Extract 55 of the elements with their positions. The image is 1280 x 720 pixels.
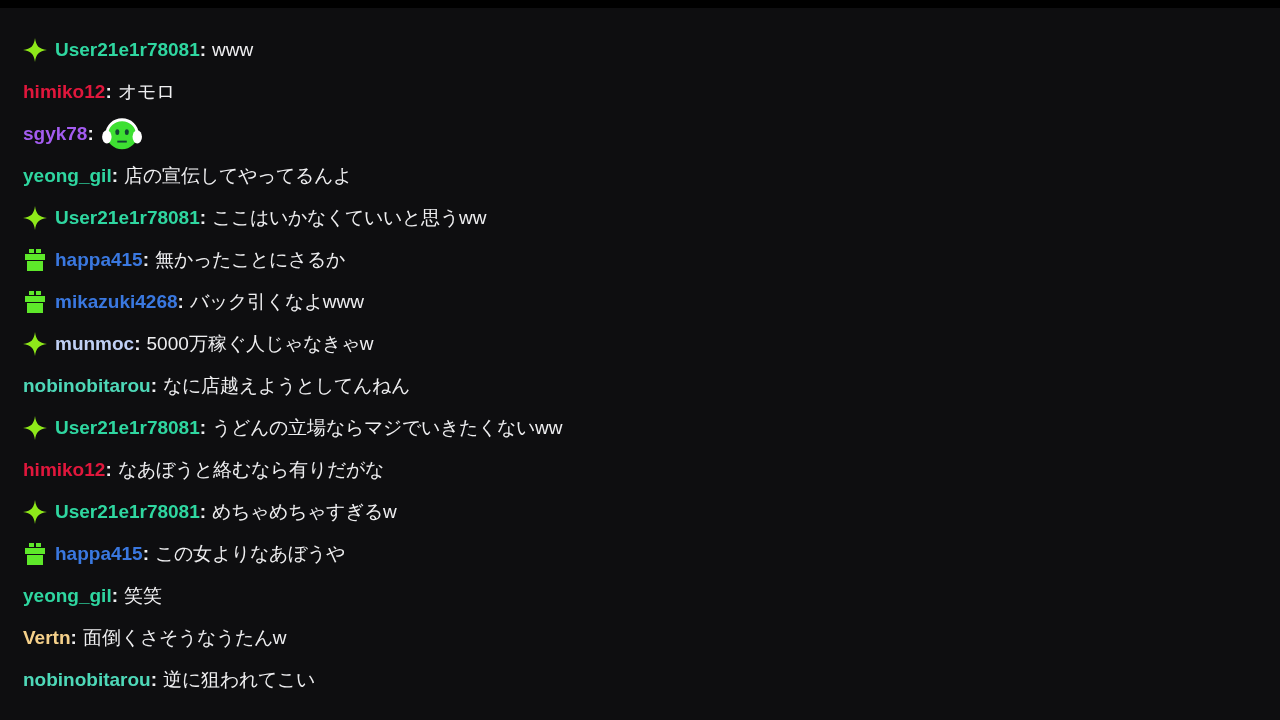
colon: :	[199, 39, 207, 61]
message-text: バック引くなよwww	[189, 290, 365, 314]
sparkle-icon	[23, 332, 47, 356]
username[interactable]: himiko12	[23, 81, 106, 103]
message-text: 面倒くさそうなうたんw	[82, 626, 287, 650]
colon: :	[142, 249, 149, 271]
message-text: この女よりなあぼうや	[155, 542, 345, 566]
colon: :	[134, 333, 141, 355]
username[interactable]: User21e1r78081	[55, 501, 200, 523]
colon: :	[199, 501, 207, 523]
message-text: うどんの立場ならマジでいきたくないww	[212, 416, 563, 440]
gift-icon	[23, 290, 47, 314]
username[interactable]: yeong_gil	[23, 585, 112, 607]
colon: :	[87, 123, 94, 145]
sparkle-icon	[23, 206, 47, 230]
username[interactable]: User21e1r78081	[55, 417, 200, 439]
message-text: 店の宣伝してやってるんよ	[124, 164, 352, 188]
sparkle-icon	[23, 500, 47, 524]
username[interactable]: yeong_gil	[23, 165, 112, 187]
colon: :	[105, 459, 112, 481]
message-text: 無かったことにさるか	[155, 248, 345, 272]
username[interactable]: User21e1r78081	[55, 207, 200, 229]
sparkle-icon	[23, 38, 47, 62]
colon: :	[150, 375, 158, 397]
message-text: 逆に狙われてこい	[163, 668, 316, 692]
username[interactable]: munmoc	[55, 333, 135, 355]
colon: :	[111, 585, 118, 607]
username[interactable]: happa415	[55, 543, 143, 565]
message-text: ここはいかなくていいと思うww	[212, 206, 487, 230]
message-text: めちゃめちゃすぎるw	[212, 500, 397, 524]
username[interactable]: nobinobitarou	[23, 375, 151, 397]
colon: :	[199, 207, 207, 229]
colon: :	[142, 543, 149, 565]
colon: :	[70, 627, 77, 649]
colon: :	[150, 669, 158, 691]
message-text: オモロ	[117, 80, 175, 104]
username[interactable]: happa415	[55, 249, 143, 271]
colon: :	[105, 81, 112, 103]
message-text: 笑笑	[124, 584, 162, 608]
colon: :	[177, 291, 184, 313]
message-text: www	[212, 39, 254, 61]
message-text: なあぼうと絡むなら有りだがな	[117, 458, 384, 482]
username[interactable]: mikazuki4268	[55, 291, 178, 313]
gift-icon	[23, 248, 47, 272]
username[interactable]: nobinobitarou	[23, 669, 151, 691]
sparkle-icon	[23, 416, 47, 440]
colon: :	[199, 417, 207, 439]
username[interactable]: User21e1r78081	[55, 39, 200, 61]
username[interactable]: Vertn	[23, 627, 71, 649]
colon: :	[111, 165, 118, 187]
gift-icon	[23, 542, 47, 566]
message-text: なに店越えようとしてんねん	[163, 374, 411, 398]
message-text: 5000万稼ぐ人じゃなきゃw	[146, 332, 374, 356]
username[interactable]: sgyk78	[23, 123, 88, 145]
username[interactable]: himiko12	[23, 459, 106, 481]
